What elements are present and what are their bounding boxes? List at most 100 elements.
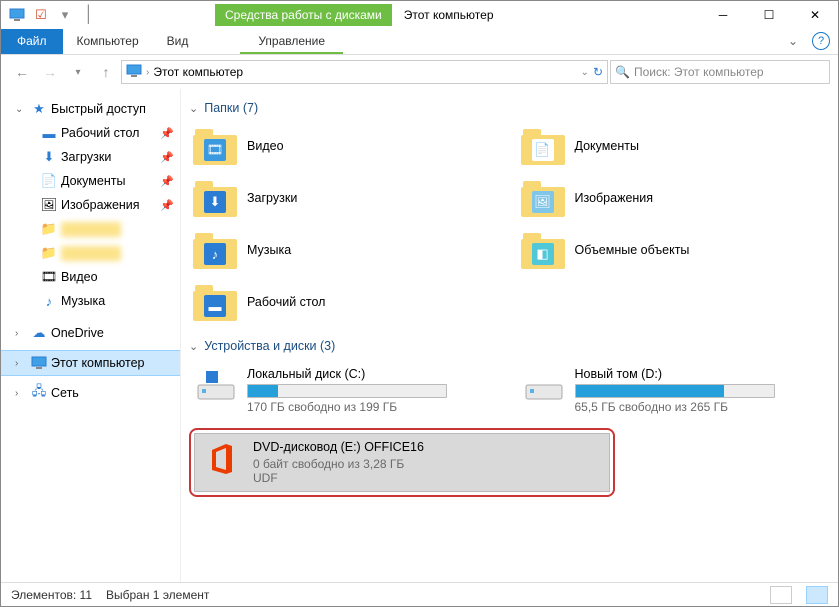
pictures-icon: 🖼 bbox=[41, 197, 57, 213]
tab-view[interactable]: Вид bbox=[153, 29, 203, 54]
minimize-button[interactable]: ─ bbox=[700, 1, 746, 29]
star-icon: ★ bbox=[31, 101, 47, 117]
address-dropdown-icon[interactable]: ⌄ bbox=[581, 67, 589, 78]
nav-blur-2[interactable]: 📁 bbox=[1, 241, 180, 265]
network-icon: 🖧 bbox=[31, 385, 47, 401]
folder-icon: 🖼 bbox=[521, 179, 565, 217]
pin-icon: 📌 bbox=[160, 199, 174, 212]
nav-label: Музыка bbox=[61, 294, 105, 308]
drive-name: Новый том (D:) bbox=[575, 367, 829, 381]
title-bar: ☑ ▾ │ Средства работы с дисками Этот ком… bbox=[1, 1, 838, 29]
chevron-right-icon: › bbox=[15, 358, 27, 369]
nav-quick-access[interactable]: ⌄ ★ Быстрый доступ bbox=[1, 97, 180, 121]
status-item-count: Элементов: 11 bbox=[11, 588, 92, 602]
drive-d[interactable]: Новый том (D:) 65,5 ГБ свободно из 265 Г… bbox=[517, 361, 835, 420]
folder-label: Документы bbox=[575, 139, 639, 153]
chevron-right-icon: › bbox=[15, 328, 27, 339]
nav-label: Этот компьютер bbox=[51, 356, 144, 370]
nav-music[interactable]: ♪ Музыка bbox=[1, 289, 180, 313]
chevron-right-icon: › bbox=[146, 67, 149, 78]
group-header-folders[interactable]: ⌄ Папки (7) bbox=[189, 101, 834, 115]
drive-free-text: 170 ГБ свободно из 199 ГБ bbox=[247, 400, 501, 414]
close-button[interactable]: ✕ bbox=[792, 1, 838, 29]
back-button[interactable]: ← bbox=[9, 59, 35, 85]
tab-computer[interactable]: Компьютер bbox=[63, 29, 153, 54]
maximize-button[interactable]: ☐ bbox=[746, 1, 792, 29]
folder-icon: 📄 bbox=[521, 127, 565, 165]
address-bar[interactable]: › Этот компьютер ⌄ ↻ bbox=[121, 60, 608, 84]
recent-locations-icon[interactable]: ▾ bbox=[65, 59, 91, 85]
forward-button[interactable]: → bbox=[37, 59, 63, 85]
window-title: Этот компьютер bbox=[404, 8, 494, 22]
ribbon-tabs: Файл Компьютер Вид Управление ⌄ ? bbox=[1, 29, 838, 55]
nav-network[interactable]: › 🖧 Сеть bbox=[1, 381, 180, 405]
nav-label: OneDrive bbox=[51, 326, 104, 340]
drive-dvd[interactable]: DVD-дисковод (E:) OFFICE16 0 байт свобод… bbox=[195, 434, 609, 491]
search-input[interactable]: 🔍 Поиск: Этот компьютер bbox=[610, 60, 830, 84]
ribbon-expand-icon[interactable]: ⌄ bbox=[778, 29, 808, 54]
group-title: Устройства и диски (3) bbox=[204, 339, 335, 353]
group-title: Папки (7) bbox=[204, 101, 258, 115]
folder-icon: 📁 bbox=[41, 221, 57, 237]
content-pane: ⌄ Папки (7) 🎞 Видео 📄 Документы ⬇ Загруз… bbox=[181, 89, 838, 582]
view-details-button[interactable] bbox=[770, 586, 792, 604]
up-button[interactable]: ↑ bbox=[93, 59, 119, 85]
address-toolbar: ← → ▾ ↑ › Этот компьютер ⌄ ↻ 🔍 Поиск: Эт… bbox=[1, 55, 838, 89]
drive-usage-bar bbox=[247, 384, 447, 398]
folder-icon: 📁 bbox=[41, 245, 57, 261]
refresh-icon[interactable]: ↻ bbox=[593, 65, 603, 79]
folder-label: Загрузки bbox=[247, 191, 297, 205]
drive-icon bbox=[195, 367, 237, 405]
status-bar: Элементов: 11 Выбран 1 элемент bbox=[1, 582, 838, 606]
pin-icon: 📌 bbox=[160, 151, 174, 164]
view-large-icons-button[interactable] bbox=[806, 586, 828, 604]
drive-c[interactable]: Локальный диск (C:) 170 ГБ свободно из 1… bbox=[189, 361, 507, 420]
pc-icon bbox=[126, 64, 142, 81]
monitor-icon bbox=[7, 5, 27, 25]
folder-tile[interactable]: ⬇ Загрузки bbox=[189, 175, 507, 221]
tab-file[interactable]: Файл bbox=[1, 29, 63, 54]
tab-manage[interactable]: Управление bbox=[240, 29, 343, 54]
quick-access-toolbar: ☑ ▾ │ bbox=[1, 5, 105, 25]
help-icon[interactable]: ? bbox=[812, 32, 830, 50]
drive-free-text: 0 байт свободно из 3,28 ГБ bbox=[253, 457, 603, 471]
qat-dropdown-icon[interactable]: ▾ bbox=[55, 5, 75, 25]
folder-tile[interactable]: ♪ Музыка bbox=[189, 227, 507, 273]
nav-blur-1[interactable]: 📁 bbox=[1, 217, 180, 241]
chevron-down-icon: ⌄ bbox=[189, 102, 198, 115]
nav-pictures[interactable]: 🖼 Изображения 📌 bbox=[1, 193, 180, 217]
navigation-pane: ⌄ ★ Быстрый доступ ▬ Рабочий стол 📌 ⬇ За… bbox=[1, 89, 181, 582]
nav-label: Сеть bbox=[51, 386, 79, 400]
checkbox-icon[interactable]: ☑ bbox=[31, 5, 51, 25]
pin-icon: 📌 bbox=[160, 175, 174, 188]
drive-name: Локальный диск (C:) bbox=[247, 367, 501, 381]
pc-icon bbox=[31, 355, 47, 371]
folder-tile[interactable]: 🎞 Видео bbox=[189, 123, 507, 169]
desktop-icon: ▬ bbox=[41, 125, 57, 141]
folder-tile[interactable]: ◧ Объемные объекты bbox=[517, 227, 835, 273]
blurred-label bbox=[61, 222, 121, 237]
nav-label: Изображения bbox=[61, 198, 140, 212]
folder-icon: ◧ bbox=[521, 231, 565, 269]
chevron-down-icon: ⌄ bbox=[15, 104, 27, 115]
drive-name: DVD-дисковод (E:) OFFICE16 bbox=[253, 440, 603, 454]
nav-this-pc[interactable]: › Этот компьютер bbox=[1, 351, 180, 375]
explorer-window: ☑ ▾ │ Средства работы с дисками Этот ком… bbox=[1, 1, 838, 606]
nav-downloads[interactable]: ⬇ Загрузки 📌 bbox=[1, 145, 180, 169]
search-placeholder: Поиск: Этот компьютер bbox=[634, 65, 764, 79]
office-icon bbox=[201, 440, 243, 478]
nav-label: Загрузки bbox=[61, 150, 111, 164]
drive-grid: Локальный диск (C:) 170 ГБ свободно из 1… bbox=[189, 361, 834, 497]
nav-desktop[interactable]: ▬ Рабочий стол 📌 bbox=[1, 121, 180, 145]
nav-videos[interactable]: 🎞 Видео bbox=[1, 265, 180, 289]
folder-label: Музыка bbox=[247, 243, 291, 257]
nav-onedrive[interactable]: › ☁ OneDrive bbox=[1, 321, 180, 345]
blurred-label bbox=[61, 246, 121, 261]
folder-tile[interactable]: 📄 Документы bbox=[517, 123, 835, 169]
group-header-devices[interactable]: ⌄ Устройства и диски (3) bbox=[189, 339, 834, 353]
nav-label: Быстрый доступ bbox=[51, 102, 146, 116]
nav-documents[interactable]: 📄 Документы 📌 bbox=[1, 169, 180, 193]
status-selection: Выбран 1 элемент bbox=[106, 588, 209, 602]
folder-tile[interactable]: ▬ Рабочий стол bbox=[189, 279, 507, 325]
folder-tile[interactable]: 🖼 Изображения bbox=[517, 175, 835, 221]
